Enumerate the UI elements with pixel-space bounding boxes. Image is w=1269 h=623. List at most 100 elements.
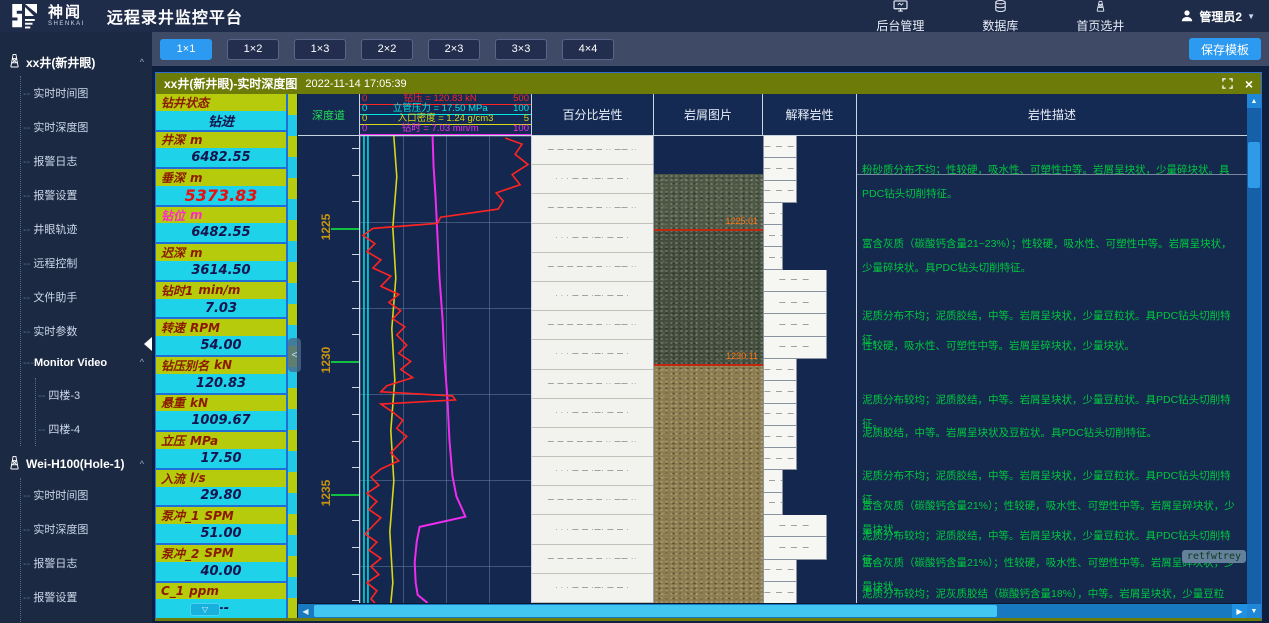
param-unit: MPa (190, 434, 218, 448)
interp-lithology-block: — — — (763, 470, 783, 492)
nav-item-backend-admin[interactable]: 后台管理 (876, 0, 924, 34)
param-value: 3614.50 (156, 261, 286, 280)
percent-lithology-row: — — — — — — ·· —— ·· (532, 428, 653, 457)
param-value: 120.83 (156, 374, 286, 393)
lithology-description: 富含灰质（碳酸钙含量21~23%）；性较硬，吸水性、可塑性中等。岩屑呈块状，少量… (862, 232, 1241, 280)
main-area: xx井(新井眼)^实时时间图实时深度图报警日志报警设置井眼轨迹远程控制文件助手实… (0, 32, 1269, 623)
param-scroll-down-button[interactable]: ▽ (190, 603, 220, 616)
layout-button-1x2[interactable]: 1×2 (227, 39, 279, 60)
track-collapse-button[interactable]: < (288, 338, 301, 372)
sidebar-item-实时参数[interactable]: 实时参数 (21, 314, 152, 348)
sidebar-item-四楼-4[interactable]: 四楼-4 (36, 412, 152, 446)
param-name: 垂深 (161, 169, 185, 186)
param-unit: kN (214, 358, 232, 372)
close-icon[interactable]: × (1245, 77, 1253, 91)
depth-chart-panel: xx井(新井眼)-实时深度图 2022-11-14 17:05:39 × 钻井状… (155, 72, 1262, 621)
interp-lithology-block: — — — (763, 381, 797, 403)
scroll-up-icon[interactable]: ▲ (1247, 94, 1261, 108)
layout-button-1x1[interactable]: 1×1 (160, 39, 212, 60)
param-value: 钻进 (156, 111, 286, 130)
minor-tick (352, 334, 359, 335)
sidebar-item-实时深度图[interactable]: 实时深度图 (21, 110, 152, 144)
vertical-scrollbar-thumb[interactable] (1248, 142, 1260, 188)
sidebar-item-四楼-3[interactable]: 四楼-3 (36, 378, 152, 412)
param-name: 悬重 (161, 395, 185, 412)
sidebar-item-井眼轨迹[interactable]: 井眼轨迹 (21, 212, 152, 246)
group-label: Monitor Video (34, 357, 107, 369)
brand: 神闻 SHENKAI (10, 3, 85, 29)
legend-min: 0 (362, 124, 367, 134)
layout-button-3x3[interactable]: 3×3 (495, 39, 547, 60)
chevron-up-icon[interactable]: ^ (140, 459, 144, 469)
nav-item-label: 数据库 (982, 17, 1018, 34)
sidebar-item-井眼轨迹[interactable]: 井眼轨迹 (21, 614, 152, 623)
sidebar-item-报警日志[interactable]: 报警日志 (21, 144, 152, 178)
sidebar-item-报警日志[interactable]: 报警日志 (21, 546, 152, 580)
layout-button-4x4[interactable]: 4×4 (562, 39, 614, 60)
nav-item-database[interactable]: 数据库 (982, 0, 1018, 34)
sidebar-item-实时时间图[interactable]: 实时时间图 (21, 478, 152, 512)
chevron-up-icon[interactable]: ^ (140, 357, 144, 369)
horizontal-scrollbar-thumb[interactable] (314, 605, 997, 617)
layout-button-2x3[interactable]: 2×3 (428, 39, 480, 60)
well-items-0: 实时时间图实时深度图报警日志报警设置井眼轨迹远程控制文件助手实时参数Monito… (20, 76, 152, 446)
param-row-C_1: C_1ppm---▽ (156, 583, 286, 619)
lithology-description: 泥质胶结，中等。岩屑呈块状及豆粒状。具PDC钻头切削特征。 (862, 421, 1241, 445)
nav-item-home-well-select[interactable]: 首页选井 (1076, 0, 1124, 34)
chevron-up-icon[interactable]: ^ (140, 57, 144, 67)
derrick-icon (8, 455, 21, 473)
param-label: 立压MPa (156, 432, 286, 449)
depth-label: 1235 (319, 473, 333, 513)
param-value: 7.03 (156, 299, 286, 318)
depth-label: 1230 (319, 340, 333, 380)
sidebar-item-报警设置[interactable]: 报警设置 (21, 580, 152, 614)
horizontal-scrollbar[interactable]: ◀ ▶ (298, 603, 1247, 618)
scroll-left-icon[interactable]: ◀ (298, 604, 313, 618)
percent-lithology-row: · · · — — ·—· — — · (532, 515, 653, 544)
param-label: 钻时1min/m (156, 282, 286, 299)
param-unit: ppm (189, 584, 219, 598)
param-row-井深: 井深m6482.55 (156, 132, 286, 170)
interp-lithology-block: — — — (763, 560, 797, 582)
interp-lithology-block: — — — (763, 515, 827, 537)
param-name: 钻时1 (161, 282, 193, 299)
param-label: 转速RPM (156, 319, 286, 336)
well-header-1[interactable]: Wei-H100(Hole-1)^ (0, 450, 152, 478)
minor-tick (352, 441, 359, 442)
save-template-button[interactable]: 保存模板 (1189, 38, 1261, 60)
nav-menu: 后台管理数据库 首页选井 (876, 0, 1124, 34)
layout-bar: 1×1 1×2 1×3 2×2 2×3 3×3 4×4 保存模板 (152, 32, 1269, 66)
well-name: xx井(新井眼) (26, 54, 95, 71)
panel-body: 钻井状态钻进井深m6482.55垂深m5373.83钻位m6482.55迟深m3… (156, 94, 1261, 618)
derrick-icon (8, 53, 21, 71)
scroll-right-icon[interactable]: ▶ (1232, 604, 1247, 618)
cuttings-photo-1 (654, 229, 763, 364)
curves-svg (360, 136, 531, 603)
maximize-icon[interactable] (1222, 78, 1233, 89)
sidebar-item-文件助手[interactable]: 文件助手 (21, 280, 152, 314)
minor-tick (352, 574, 359, 575)
sidebar-collapse-handle[interactable] (144, 337, 152, 351)
sidebar-item-实时深度图[interactable]: 实时深度图 (21, 512, 152, 546)
vertical-scrollbar[interactable]: ▲ ▼ (1247, 94, 1261, 618)
well-header-0[interactable]: xx井(新井眼) ^ (0, 48, 152, 76)
layout-button-2x2[interactable]: 2×2 (361, 39, 413, 60)
layout-button-1x3[interactable]: 1×3 (294, 39, 346, 60)
param-row-泵冲_2: 泵冲_2SPM40.00 (156, 545, 286, 583)
column-header-lithology-description: 岩性描述 (857, 94, 1247, 135)
param-label: 钻位m (156, 207, 286, 224)
interp-lithology-block: — — — (763, 404, 797, 426)
user-menu[interactable]: 管理员2 ▼ (1180, 8, 1255, 25)
param-value: 17.50 (156, 449, 286, 468)
interp-lithology-block: — — — (763, 337, 827, 359)
sidebar-item-实时时间图[interactable]: 实时时间图 (21, 76, 152, 110)
lithology-description: 泥质分布较均；泥灰质胶结（碳酸钙含量18%），中等。岩屑呈块状，少量豆粒状。具P… (862, 582, 1241, 603)
sidebar-item-远程控制[interactable]: 远程控制 (21, 246, 152, 280)
panel-title: xx井(新井眼)-实时深度图 (164, 75, 297, 92)
param-value: 29.80 (156, 487, 286, 506)
derrick-icon (1093, 0, 1108, 17)
curve-legend: 0钻压 = 120.83 kN5000立管压力 = 17.50 MPa1000入… (360, 94, 532, 135)
scroll-down-icon[interactable]: ▼ (1247, 604, 1261, 618)
sidebar-group-Monitor Video[interactable]: Monitor Video ^ (21, 348, 152, 378)
sidebar-item-报警设置[interactable]: 报警设置 (21, 178, 152, 212)
